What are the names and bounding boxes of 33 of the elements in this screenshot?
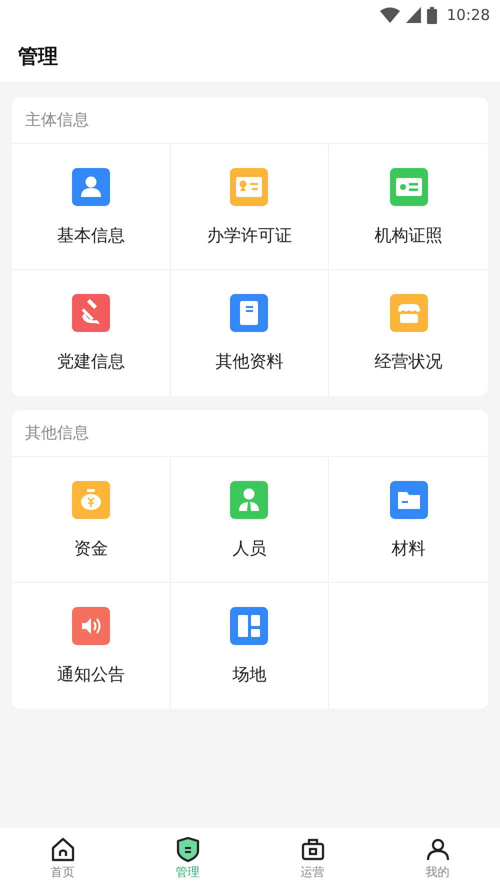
tile-label[interactable]: 人员	[232, 537, 266, 560]
document-icon[interactable]	[230, 294, 268, 332]
id-card-icon[interactable]	[390, 168, 428, 206]
tile-label[interactable]: 机构证照	[374, 224, 443, 247]
tile-label[interactable]: 通知公告	[56, 663, 125, 686]
wifi-icon	[380, 7, 400, 23]
folder-icon[interactable]	[390, 481, 428, 519]
section-title: 主体信息	[12, 97, 488, 144]
tile-label[interactable]: 场地	[232, 663, 266, 686]
battery-icon	[426, 6, 437, 24]
tile-label[interactable]: 资金	[74, 537, 108, 560]
money-bag-icon[interactable]	[72, 481, 110, 519]
tile-label[interactable]: 材料	[392, 537, 426, 560]
shield-icon	[174, 836, 200, 862]
certificate-icon[interactable]	[230, 168, 268, 206]
tile-label[interactable]: 党建信息	[56, 350, 125, 373]
shop-icon[interactable]	[390, 294, 428, 332]
tile-label[interactable]: 其他资料	[215, 350, 284, 373]
speaker-icon[interactable]	[72, 607, 110, 645]
nav-tab[interactable]: 运营	[250, 828, 375, 888]
layout-icon[interactable]	[230, 607, 268, 645]
tile-label[interactable]: 基本信息	[56, 224, 125, 247]
home-icon	[50, 836, 76, 862]
page-title: 管理	[18, 42, 58, 70]
staff-icon[interactable]	[230, 481, 268, 519]
signal-icon	[406, 7, 421, 23]
clock-time: 10:28	[446, 6, 490, 24]
nav-tab[interactable]: 我的	[375, 828, 500, 888]
tile-label[interactable]: 经营状况	[374, 350, 443, 373]
tile-label[interactable]: 办学许可证	[206, 224, 292, 247]
nav-tab[interactable]: 首页	[0, 828, 125, 888]
person-icon[interactable]	[72, 168, 110, 206]
section-title: 其他信息	[12, 410, 488, 457]
